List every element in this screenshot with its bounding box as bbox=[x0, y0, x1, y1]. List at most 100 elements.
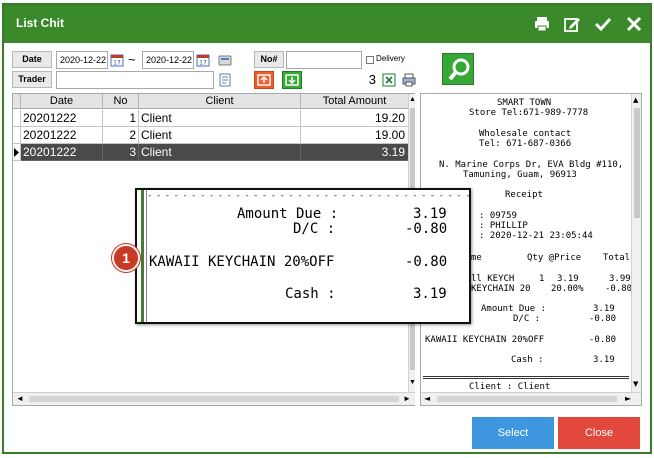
scroll-right-icon[interactable]: ► bbox=[403, 394, 411, 403]
select-button[interactable]: Select bbox=[472, 417, 554, 449]
column-header-no[interactable]: No bbox=[103, 94, 139, 109]
receipt-discount-name: KEYCHAIN 20 bbox=[471, 284, 531, 294]
row-header-corner bbox=[13, 94, 21, 109]
cell-date: 20201222 bbox=[21, 144, 103, 161]
edit-icon[interactable] bbox=[562, 14, 582, 34]
close-icon[interactable] bbox=[624, 14, 644, 34]
zoomed-receipt-callout: - - - - - - - - - - - - - - - - - - - - … bbox=[135, 188, 471, 324]
window-title: List Chit bbox=[16, 16, 64, 30]
receipt-promo-value: -0.80 bbox=[589, 335, 617, 345]
grid-hscroll-thumb[interactable] bbox=[29, 396, 399, 402]
date-options-icon[interactable] bbox=[218, 53, 232, 67]
close-button[interactable]: Close bbox=[558, 417, 640, 449]
receipt-hscroll-thumb[interactable] bbox=[437, 396, 617, 402]
print-icon[interactable] bbox=[532, 14, 552, 34]
receipt-item-price: 3.19 bbox=[557, 274, 579, 284]
svg-text:17: 17 bbox=[113, 60, 121, 67]
column-header-date[interactable]: Date bbox=[21, 94, 103, 109]
result-count: 3 bbox=[368, 72, 376, 87]
cell-no: 3 bbox=[103, 144, 139, 161]
cell-total: 3.19 bbox=[301, 144, 409, 161]
date-label: Date bbox=[12, 51, 52, 68]
receipt-address-1: N. Marine Corps Dr, EVA Bldg #110, bbox=[439, 160, 624, 170]
callout-cash-value: 3.19 bbox=[413, 286, 447, 302]
receipt-cash-label: Cash : bbox=[511, 355, 544, 365]
receipt-col-total: Total bbox=[603, 253, 631, 263]
excel-icon[interactable] bbox=[382, 73, 396, 87]
trader-field[interactable] bbox=[56, 71, 214, 89]
calendar-to-icon[interactable]: 17 bbox=[196, 53, 210, 67]
delivery-checkbox[interactable] bbox=[366, 56, 374, 64]
callout-dc-value: -0.80 bbox=[405, 221, 448, 237]
upload-button[interactable] bbox=[254, 71, 274, 89]
scroll-down-icon[interactable]: ▼ bbox=[409, 379, 416, 386]
cell-date: 20201222 bbox=[21, 127, 103, 144]
no-label: No# bbox=[254, 51, 284, 68]
date-range-separator: ~ bbox=[128, 52, 136, 67]
callout-cash-label: Cash : bbox=[285, 286, 336, 302]
receipt-heading: Receipt bbox=[505, 190, 543, 200]
date-from-field[interactable]: 2020-12-22 bbox=[56, 51, 108, 69]
receipt-horizontal-scrollbar[interactable]: ◄ ► bbox=[421, 392, 641, 405]
cell-client: Client bbox=[139, 144, 301, 161]
upload-icon bbox=[257, 74, 271, 86]
cell-date: 20201222 bbox=[21, 110, 103, 127]
receipt-amount-due-value: 3.19 bbox=[593, 304, 615, 314]
receipt-discount-amount: -0.80 bbox=[605, 284, 633, 294]
scroll-up-icon[interactable]: ▲ bbox=[409, 96, 416, 103]
receipt-dc-label: D/C : bbox=[513, 314, 541, 324]
receipt-scroll-right-icon[interactable]: ► bbox=[625, 394, 631, 403]
date-to-field[interactable]: 2020-12-22 bbox=[142, 51, 194, 69]
cell-total: 19.20 bbox=[301, 110, 409, 127]
receipt-wholesale-tel: Tel: 671-687-0366 bbox=[479, 139, 572, 149]
column-header-total[interactable]: Total Amount bbox=[301, 94, 409, 109]
table-row[interactable]: 20201222 2 Client 19.00 bbox=[13, 127, 409, 144]
callout-item-label: KAWAII KEYCHAIN 20%OFF bbox=[149, 254, 335, 270]
receipt-scroll-thumb[interactable] bbox=[634, 108, 640, 218]
trader-lookup-icon[interactable] bbox=[218, 73, 232, 87]
receipt-item-name: ll KEYCH bbox=[471, 274, 515, 284]
receipt-col-name: me bbox=[471, 253, 482, 263]
callout-item-value: -0.80 bbox=[405, 254, 448, 270]
callout-amount-due-value: 3.19 bbox=[413, 206, 447, 222]
cell-client: Client bbox=[139, 127, 301, 144]
trader-label: Trader bbox=[12, 71, 52, 88]
table-row-selected[interactable]: 20201222 3 Client 3.19 bbox=[13, 144, 409, 161]
printer-icon[interactable] bbox=[402, 73, 416, 87]
column-header-client[interactable]: Client bbox=[139, 94, 301, 109]
callout-amount-due-label: Amount Due : bbox=[237, 206, 339, 222]
receipt-amount-due-label: Amount Due : bbox=[481, 304, 547, 314]
svg-text:17: 17 bbox=[199, 60, 207, 67]
receipt-scroll-left-icon[interactable]: ◄ bbox=[424, 394, 430, 403]
grid-horizontal-scrollbar[interactable]: ◄ ► bbox=[13, 392, 415, 405]
row-pointer-icon bbox=[14, 148, 19, 157]
download-icon bbox=[285, 74, 299, 86]
receipt-store-tel: Store Tel:671-989-7778 bbox=[469, 108, 589, 118]
search-icon bbox=[448, 58, 470, 81]
scroll-left-icon[interactable]: ◄ bbox=[16, 394, 24, 403]
receipt-address-2: Tamuning, Guam, 96913 bbox=[463, 170, 577, 180]
callout-number-badge: 1 bbox=[112, 244, 140, 272]
cell-total: 19.00 bbox=[301, 127, 409, 144]
receipt-dc-value: -0.80 bbox=[589, 314, 617, 324]
no-field[interactable] bbox=[286, 51, 362, 69]
receipt-promo-label: KAWAII KEYCHAIN 20%OFF bbox=[425, 335, 545, 345]
callout-green-edge bbox=[141, 190, 144, 322]
receipt-store-name: SMART TOWN bbox=[497, 98, 552, 108]
table-row[interactable]: 20201222 1 Client 19.20 bbox=[13, 110, 409, 127]
receipt-cash-value: 3.19 bbox=[593, 355, 615, 365]
delivery-label: Delivery bbox=[376, 54, 405, 63]
callout-separator: - - - - - - - - - - - - - - - - - - - - … bbox=[147, 191, 470, 201]
receipt-discount-rate: 20.00% bbox=[551, 284, 584, 294]
search-button[interactable] bbox=[442, 53, 474, 85]
receipt-divider bbox=[423, 376, 629, 379]
receipt-vertical-scrollbar[interactable]: ▲ ▼ bbox=[631, 94, 641, 392]
calendar-from-icon[interactable]: 17 bbox=[110, 53, 124, 67]
receipt-item-total: 3.99 bbox=[609, 274, 631, 284]
receipt-scroll-down-icon[interactable]: ▼ bbox=[633, 380, 638, 388]
receipt-wholesale: Wholesale contact bbox=[479, 129, 572, 139]
receipt-scroll-up-icon[interactable]: ▲ bbox=[633, 96, 638, 104]
confirm-check-icon[interactable] bbox=[593, 14, 613, 34]
download-button[interactable] bbox=[282, 71, 302, 89]
receipt-cashier: : PHILLIP bbox=[479, 221, 528, 231]
